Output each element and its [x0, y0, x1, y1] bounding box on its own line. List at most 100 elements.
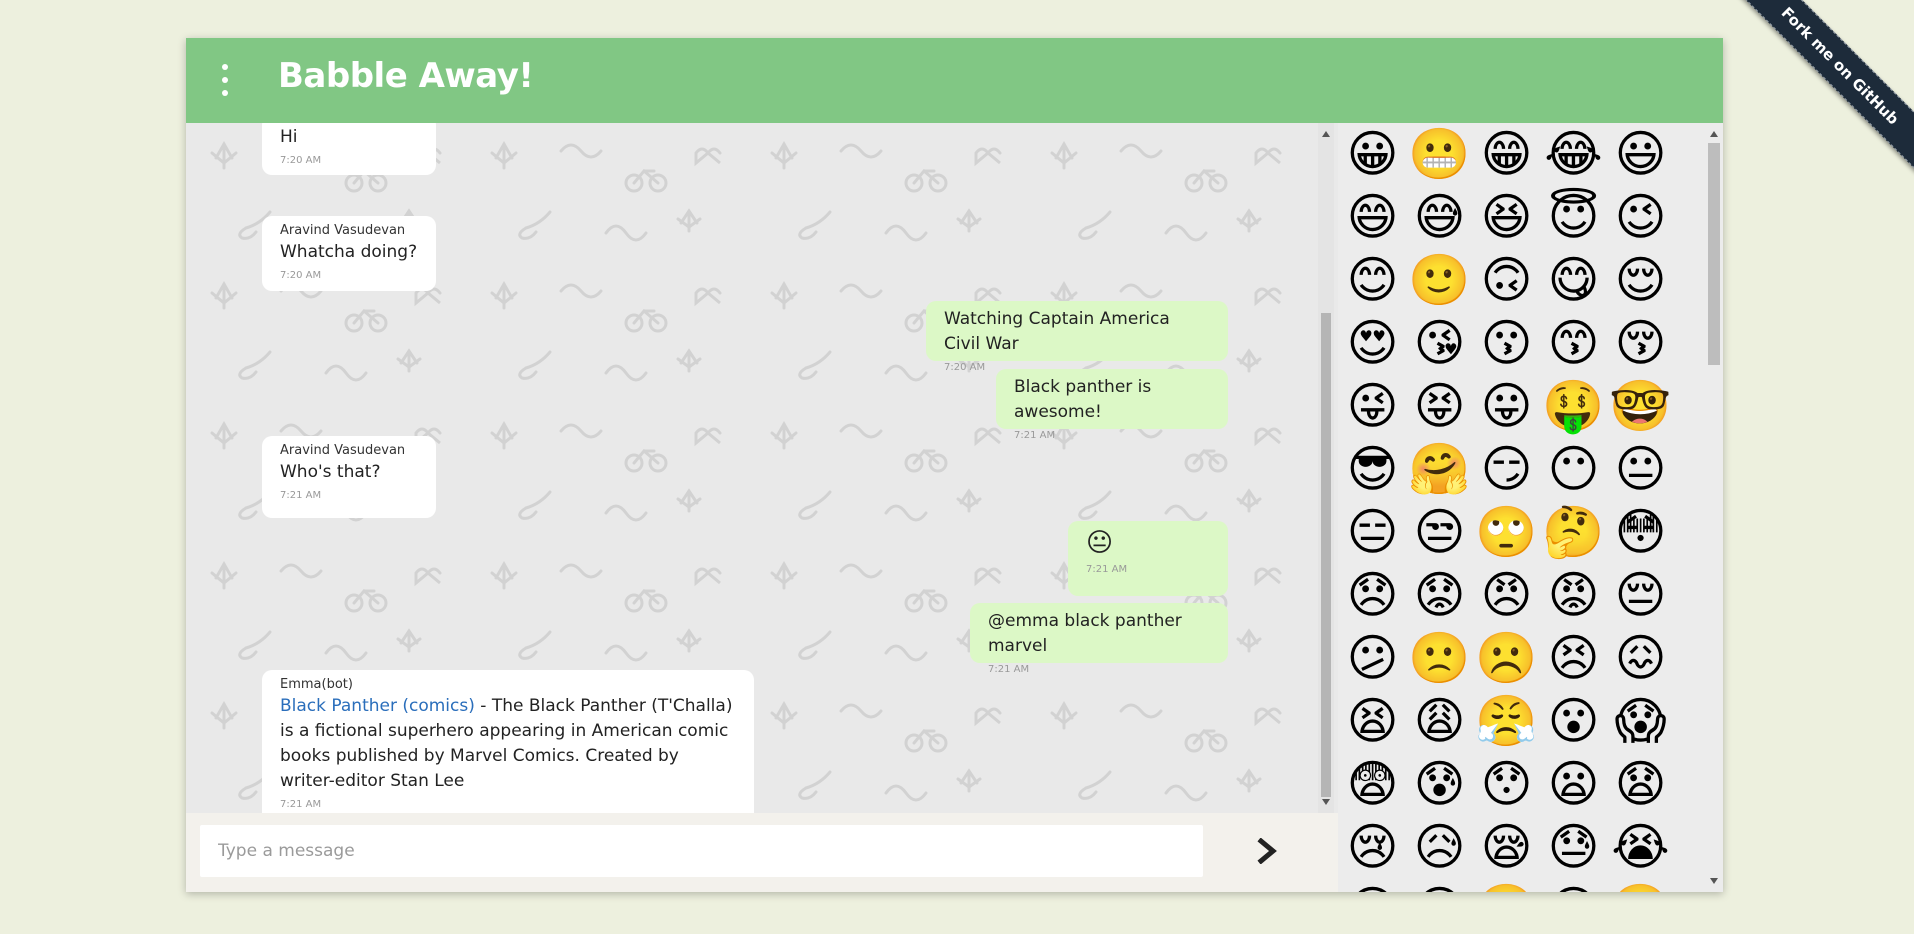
emoji-option[interactable]: 😂 — [1542, 123, 1605, 186]
wiki-link[interactable]: Black Panther (comics) — [280, 696, 475, 716]
emoji-option[interactable]: 😠 — [1475, 564, 1538, 627]
emoji-option[interactable]: 😇 — [1542, 186, 1605, 249]
emoji-option[interactable]: 😏 — [1475, 438, 1538, 501]
emoji-option[interactable]: 😰 — [1408, 753, 1471, 816]
emoji-option[interactable]: 🤔 — [1542, 501, 1605, 564]
emoji-option[interactable]: 😗 — [1475, 312, 1538, 375]
emoji-picker: 😀 😬 😁 😂 😃 😄 😅 😆 😇 😉 😊 🙂 🙃 😋 😌 😍 😘 😗 😙 😚 😜 😝 😛 🤑 🤓 😎 🤗 😏 😶 😐 😑 😒 🙄 🤔 😳 😞 😟 😠 😡 😔… — [1338, 123, 1723, 892]
emoji-option[interactable]: 😀 — [1341, 123, 1404, 186]
emoji-option[interactable]: 😜 — [1341, 375, 1404, 438]
emoji-option[interactable]: 😃 — [1609, 123, 1672, 186]
emoji-option[interactable]: 😞 — [1341, 564, 1404, 627]
emoji-option[interactable]: 😘 — [1408, 312, 1471, 375]
message-bubble-mine: @emma black panther marvel 7:21 AM — [970, 603, 1228, 675]
scroll-up-icon[interactable] — [1710, 131, 1718, 137]
emoji-option[interactable]: 😡 — [1542, 564, 1605, 627]
github-ribbon-wrap: Fork me on GitHub — [1714, 0, 1914, 200]
emoji-option[interactable]: 😭 — [1609, 816, 1672, 879]
message-sender: Aravind Vasudevan — [280, 223, 406, 238]
emoji-option[interactable]: 😁 — [1475, 123, 1538, 186]
emoji-option[interactable]: 😑 — [1341, 501, 1404, 564]
chat-app: Babble Away! Hi 7:20 AM Aravind Vasudeva… — [186, 38, 1723, 892]
emoji-option[interactable]: 🙂 — [1408, 249, 1471, 312]
emoji-option[interactable]: 😎 — [1341, 438, 1404, 501]
emoji-option[interactable]: 🤐 — [1475, 879, 1538, 892]
emoji-option[interactable]: 😮 — [1542, 690, 1605, 753]
emoji-option[interactable]: 🤒 — [1609, 879, 1672, 892]
emoji-option[interactable]: 😋 — [1542, 249, 1605, 312]
emoji-option[interactable]: 😚 — [1609, 312, 1672, 375]
message-time: 7:21 AM — [280, 799, 322, 810]
scroll-up-icon[interactable] — [1322, 131, 1330, 137]
message-bubble-mine: Watching Captain America Civil War 7:20 … — [926, 301, 1228, 373]
emoji-option[interactable]: 😕 — [1341, 627, 1404, 690]
emoji-option[interactable]: 😥 — [1408, 816, 1471, 879]
message-text: Hi — [280, 127, 298, 147]
emoji-option[interactable]: 😵 — [1341, 879, 1404, 892]
emoji-option[interactable]: 😬 — [1408, 123, 1471, 186]
emoji-option[interactable]: 😪 — [1475, 816, 1538, 879]
message-list: Hi 7:20 AM Aravind Vasudevan Whatcha doi… — [186, 123, 1318, 813]
emoji-option[interactable]: 😟 — [1408, 564, 1471, 627]
send-button[interactable] — [1246, 829, 1290, 873]
emoji-option[interactable]: 😲 — [1408, 879, 1471, 892]
emoji-option[interactable]: 😖 — [1609, 627, 1672, 690]
message-bubble: Aravind Vasudevan Who's that? 7:21 AM — [262, 436, 436, 518]
emoji-option[interactable]: 😫 — [1341, 690, 1404, 753]
emoji-option[interactable]: 🤗 — [1408, 438, 1471, 501]
emoji-option[interactable]: 😒 — [1408, 501, 1471, 564]
emoji-option[interactable]: 😊 — [1341, 249, 1404, 312]
fork-me-ribbon[interactable]: Fork me on GitHub — [1733, 0, 1914, 173]
composer-bar — [186, 813, 1338, 892]
emoji-option[interactable]: 😅 — [1408, 186, 1471, 249]
scrollbar-thumb[interactable] — [1708, 143, 1720, 365]
message-text: Watching Captain America Civil War — [944, 309, 1170, 354]
emoji-option[interactable]: 🤓 — [1609, 375, 1672, 438]
emoji-option[interactable]: 😣 — [1542, 627, 1605, 690]
scroll-down-icon[interactable] — [1710, 878, 1718, 884]
message-list-scrollbar[interactable] — [1318, 123, 1334, 813]
message-time: 7:21 AM — [280, 490, 322, 501]
emoji-option[interactable]: 😤 — [1475, 690, 1538, 753]
emoji-option[interactable]: 😄 — [1341, 186, 1404, 249]
more-vert-icon[interactable] — [220, 64, 230, 96]
emoji-option[interactable]: 😐 — [1609, 438, 1672, 501]
emoji-option[interactable]: 😝 — [1408, 375, 1471, 438]
emoji-option[interactable]: 😩 — [1408, 690, 1471, 753]
emoji-option[interactable]: 😛 — [1475, 375, 1538, 438]
message-bubble-mine: 😐 7:21 AM — [1068, 521, 1228, 596]
emoji-option[interactable]: 😌 — [1609, 249, 1672, 312]
message-text: Black Panther (comics) - The Black Panth… — [280, 696, 733, 791]
emoji-picker-scrollbar[interactable] — [1705, 123, 1723, 892]
scroll-down-icon[interactable] — [1322, 799, 1330, 805]
message-emoji: 😐 — [1086, 528, 1114, 558]
emoji-option[interactable]: 😶 — [1542, 438, 1605, 501]
message-text: Whatcha doing? — [280, 242, 418, 262]
scrollbar-thumb[interactable] — [1321, 313, 1331, 797]
emoji-option[interactable]: 😆 — [1475, 186, 1538, 249]
emoji-option[interactable]: 😦 — [1542, 753, 1605, 816]
message-input[interactable] — [200, 825, 1203, 877]
emoji-option[interactable]: 🤑 — [1542, 375, 1605, 438]
message-time: 7:21 AM — [1014, 430, 1056, 441]
emoji-option[interactable]: 😔 — [1609, 564, 1672, 627]
message-time: 7:20 AM — [280, 270, 322, 281]
emoji-option[interactable]: 😧 — [1609, 753, 1672, 816]
emoji-option[interactable]: 😙 — [1542, 312, 1605, 375]
emoji-option[interactable]: 😯 — [1475, 753, 1538, 816]
emoji-option[interactable]: 😷 — [1542, 879, 1605, 892]
app-header: Babble Away! — [186, 38, 1723, 123]
emoji-option[interactable]: 😍 — [1341, 312, 1404, 375]
send-chevron-icon — [1257, 838, 1277, 864]
emoji-option[interactable]: ☹️ — [1475, 627, 1538, 690]
emoji-option[interactable]: 😱 — [1609, 690, 1672, 753]
emoji-option[interactable]: 🙄 — [1475, 501, 1538, 564]
emoji-option[interactable]: 😳 — [1609, 501, 1672, 564]
emoji-option[interactable]: 😉 — [1609, 186, 1672, 249]
emoji-option[interactable]: 🙁 — [1408, 627, 1471, 690]
emoji-option[interactable]: 😨 — [1341, 753, 1404, 816]
emoji-option[interactable]: 🙃 — [1475, 249, 1538, 312]
emoji-option[interactable]: 😢 — [1341, 816, 1404, 879]
emoji-option[interactable]: 😓 — [1542, 816, 1605, 879]
message-time: 7:21 AM — [1086, 564, 1128, 575]
